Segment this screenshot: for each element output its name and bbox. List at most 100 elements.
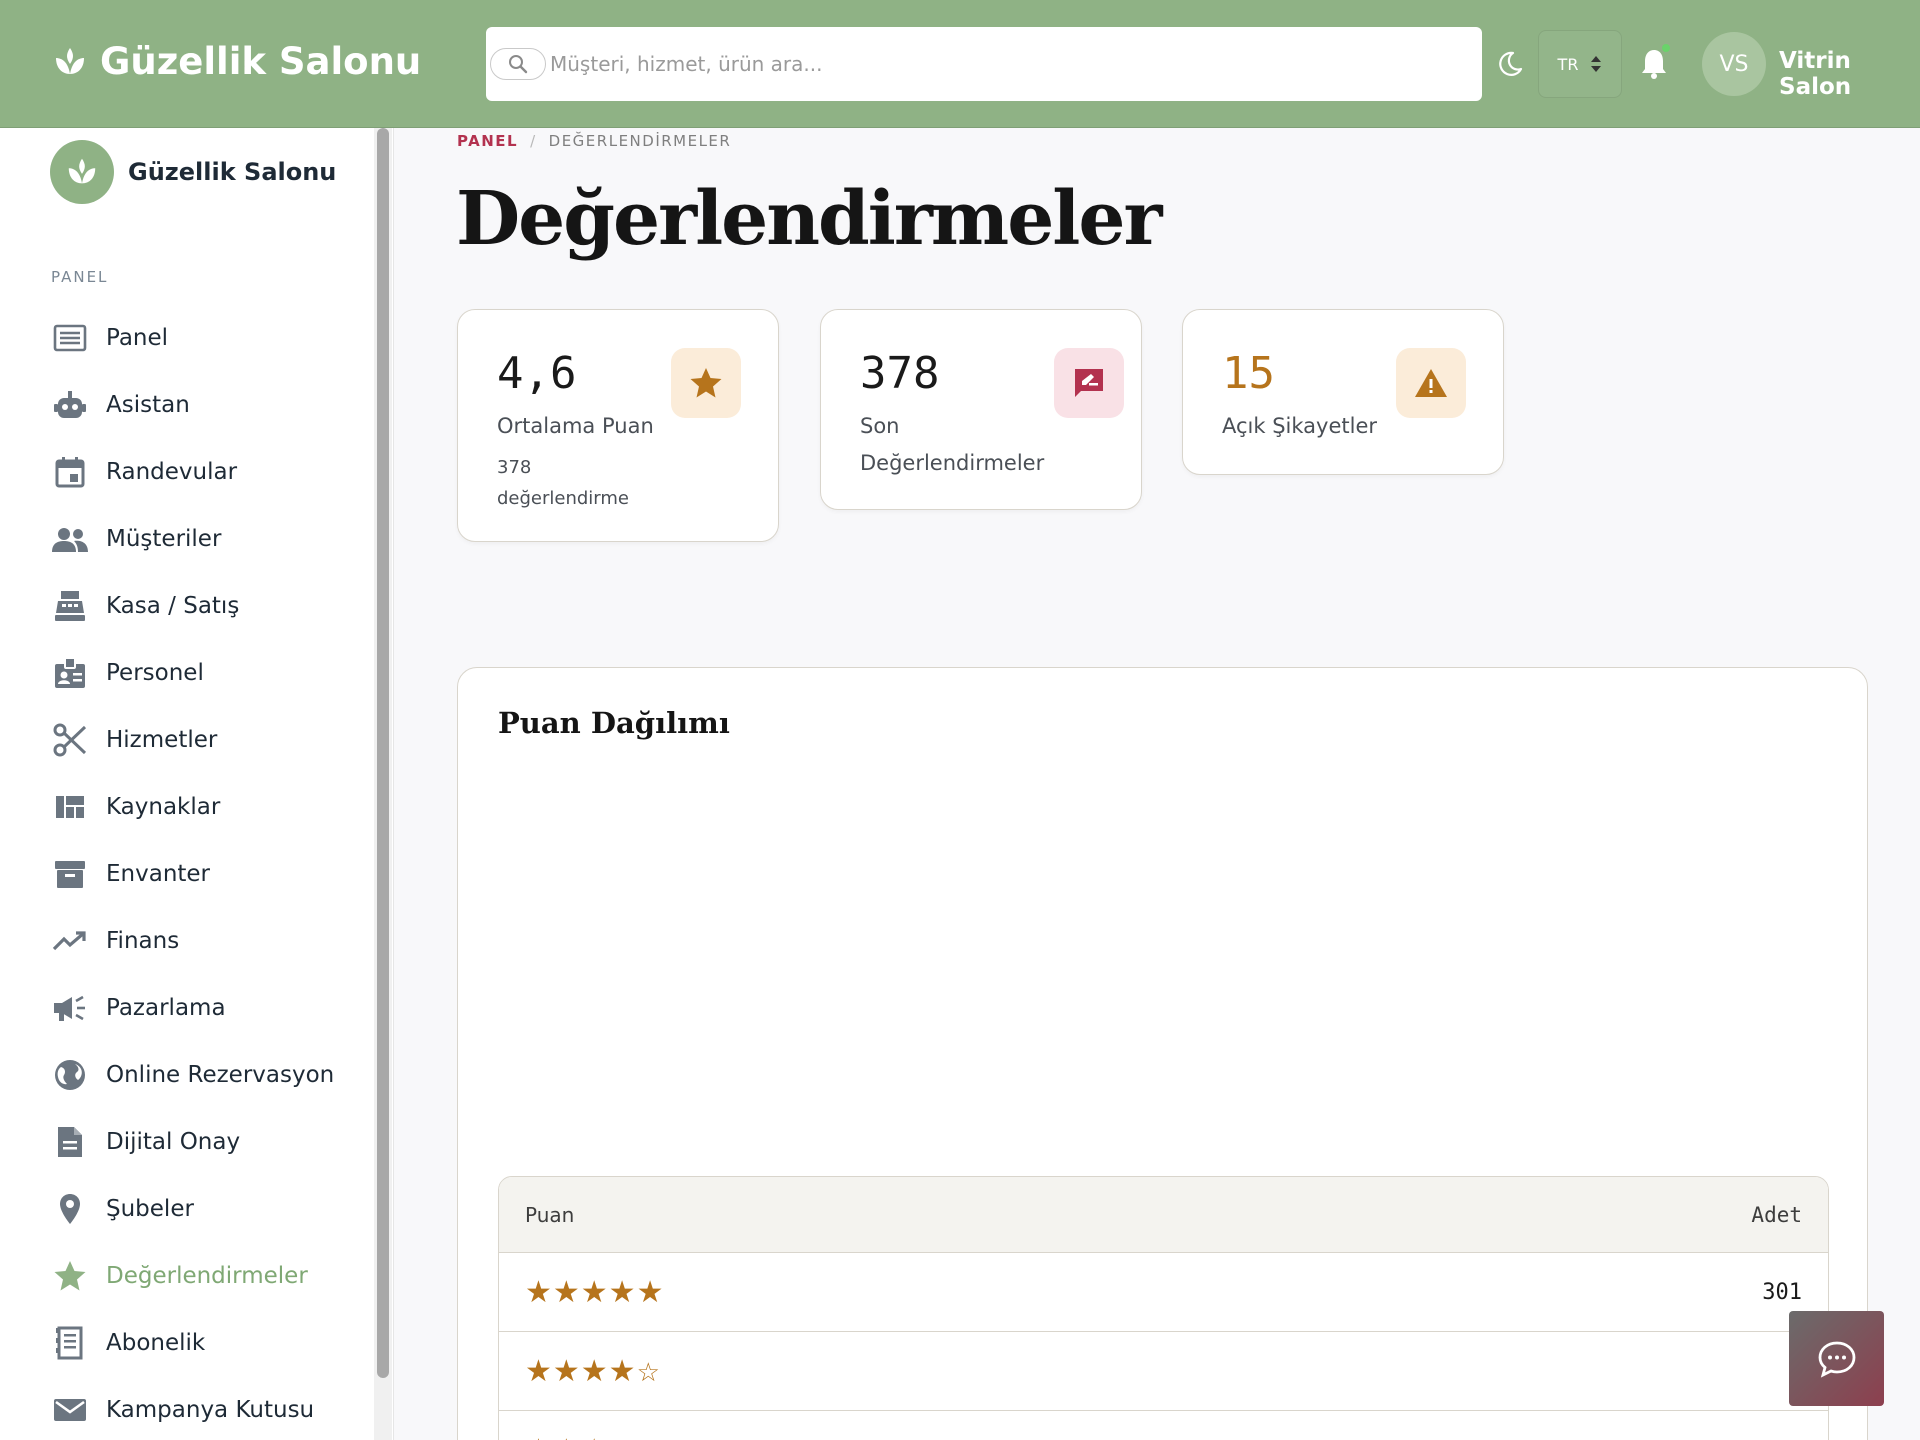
dashboard-icon (50, 320, 90, 356)
cash-register-icon (50, 588, 90, 624)
column-header-rating[interactable]: Puan (525, 1203, 574, 1227)
people-icon (50, 521, 90, 557)
chat-button[interactable] (1789, 1311, 1884, 1406)
search-bar[interactable] (486, 27, 1482, 101)
sidebar-item-envanter[interactable]: Envanter (50, 840, 334, 907)
stat-badge (1054, 348, 1124, 418)
sidebar-item-label: Hizmetler (106, 726, 218, 753)
sidebar-item-label: Randevular (106, 458, 238, 485)
sidebar-item-label: Envanter (106, 860, 211, 887)
warning-icon (1415, 369, 1447, 397)
sidebar-item-label: Kasa / Satış (106, 592, 240, 619)
rating-stars-3: ★★★☆☆ (525, 1433, 657, 1440)
sidebar-item-label: Müşteriler (106, 525, 222, 552)
sidebar-item-randevular[interactable]: Randevular (50, 438, 334, 505)
table-row: ★★★★☆ 4 (499, 1332, 1828, 1411)
sidebar-item-label: Asistan (106, 391, 190, 418)
sidebar-item-online-rezervasyon[interactable]: Online Rezervasyon (50, 1041, 334, 1108)
sidebar-nav: Panel Asistan Randevular Müşteriler Kasa… (50, 304, 334, 1440)
rating-stars-4: ★★★★☆ (525, 1353, 661, 1389)
stat-badge (1396, 348, 1466, 418)
theme-toggle-button[interactable] (1492, 46, 1528, 82)
sort-arrows-icon (1591, 56, 1602, 72)
location-pin-icon (50, 1191, 90, 1227)
stat-card-open-complaints: 15 Açık Şikayetler (1182, 309, 1504, 475)
breadcrumb-separator: / (530, 132, 537, 150)
mail-icon (50, 1392, 90, 1428)
notifications-button[interactable] (1634, 44, 1674, 84)
sidebar-item-label: Şubeler (106, 1195, 194, 1222)
sidebar-item-label: Panel (106, 324, 169, 351)
sidebar-item-pazarlama[interactable]: Pazarlama (50, 974, 334, 1041)
grid-icon (50, 789, 90, 825)
rating-distribution-card: Puan Dağılımı Puan Adet ★★★★★ 301 ★★★★☆ … (457, 667, 1868, 1440)
language-value: TR (1557, 54, 1579, 74)
sidebar-item-kasa-satis[interactable]: Kasa / Satış (50, 572, 334, 639)
star-icon (50, 1258, 90, 1294)
sidebar-item-dijital-onay[interactable]: Dijital Onay (50, 1108, 334, 1175)
stat-card-recent-reviews: 378 Son Değerlendirmeler (820, 309, 1142, 510)
chat-bubble-icon (1818, 1341, 1855, 1378)
lotus-logo-icon (50, 140, 114, 204)
language-select[interactable]: TR (1538, 30, 1622, 98)
sidebar-item-degerlendirmeler[interactable]: Değerlendirmeler (50, 1242, 334, 1309)
sidebar-brand[interactable]: Güzellik Salonu (50, 140, 336, 204)
sidebar: Güzellik Salonu PANEL Panel Asistan Rand… (0, 128, 394, 1440)
sidebar-item-subeler[interactable]: Şubeler (50, 1175, 334, 1242)
stat-value: 15 (1222, 348, 1275, 399)
robot-icon (50, 387, 90, 423)
sidebar-item-asistan[interactable]: Asistan (50, 371, 334, 438)
notification-dot (1662, 44, 1670, 52)
brand[interactable]: Güzellik Salonu (52, 40, 421, 83)
sidebar-item-finans[interactable]: Finans (50, 907, 334, 974)
sidebar-section-label: PANEL (51, 268, 109, 286)
document-icon (50, 1124, 90, 1160)
rating-stars-5: ★★★★★ (525, 1274, 665, 1310)
sidebar-item-kaynaklar[interactable]: Kaynaklar (50, 773, 334, 840)
sidebar-item-personel[interactable]: Personel (50, 639, 334, 706)
sidebar-brand-name: Güzellik Salonu (128, 158, 337, 186)
sidebar-scrollbar-thumb[interactable] (377, 128, 389, 1378)
search-icon[interactable] (490, 48, 546, 80)
column-header-count[interactable]: Adet (1751, 1203, 1802, 1227)
user-name[interactable]: Vitrin Salon (1779, 48, 1920, 100)
stat-subtext: 378 değerlendirme (497, 457, 630, 509)
rating-distribution-table: Puan Adet ★★★★★ 301 ★★★★☆ 4 ★★★☆☆ (498, 1176, 1829, 1440)
sidebar-item-label: Personel (106, 659, 204, 686)
scissors-icon (50, 722, 90, 758)
archive-icon (50, 856, 90, 892)
sidebar-item-hizmetler[interactable]: Hizmetler (50, 706, 334, 773)
table-row: ★★★☆☆ (499, 1411, 1828, 1440)
card-title: Puan Dağılımı (498, 706, 730, 740)
stat-value: 4,6 (497, 348, 577, 399)
sidebar-scrollbar[interactable] (374, 128, 392, 1440)
lotus-logo-icon (52, 44, 88, 80)
breadcrumb-current: DEĞERLENDİRMELER (548, 132, 732, 150)
badge-icon (50, 655, 90, 691)
breadcrumb-root-link[interactable]: PANEL (457, 132, 518, 150)
sidebar-item-label: Kaynaklar (106, 793, 221, 820)
sidebar-item-label: Değerlendirmeler (106, 1262, 308, 1289)
calendar-icon (50, 454, 90, 490)
sidebar-item-label: Finans (106, 927, 180, 954)
sidebar-item-label: Online Rezervasyon (106, 1061, 335, 1088)
user-avatar[interactable]: VS (1702, 32, 1766, 96)
table-row: ★★★★★ 301 (499, 1253, 1828, 1332)
globe-icon (50, 1057, 90, 1093)
sidebar-item-musteriler[interactable]: Müşteriler (50, 505, 334, 572)
top-bar: Güzellik Salonu TR VS Vitrin Salon (0, 0, 1920, 128)
sidebar-item-panel[interactable]: Panel (50, 304, 334, 371)
sidebar-item-label: Kampanya Kutusu (106, 1396, 315, 1423)
stat-badge (671, 348, 741, 418)
sidebar-item-kampanya-kutusu[interactable]: Kampanya Kutusu (50, 1376, 334, 1440)
megaphone-icon (50, 990, 90, 1026)
star-icon (690, 368, 722, 398)
rating-count: 301 (1762, 1279, 1802, 1305)
sidebar-item-label: Dijital Onay (106, 1128, 241, 1155)
search-input[interactable] (550, 52, 1450, 76)
breadcrumb: PANEL / DEĞERLENDİRMELER (457, 132, 731, 150)
sidebar-item-label: Abonelik (106, 1329, 206, 1356)
sidebar-item-abonelik[interactable]: Abonelik (50, 1309, 334, 1376)
bell-icon (1642, 50, 1666, 79)
stat-label: Son Değerlendirmeler (860, 414, 1045, 475)
